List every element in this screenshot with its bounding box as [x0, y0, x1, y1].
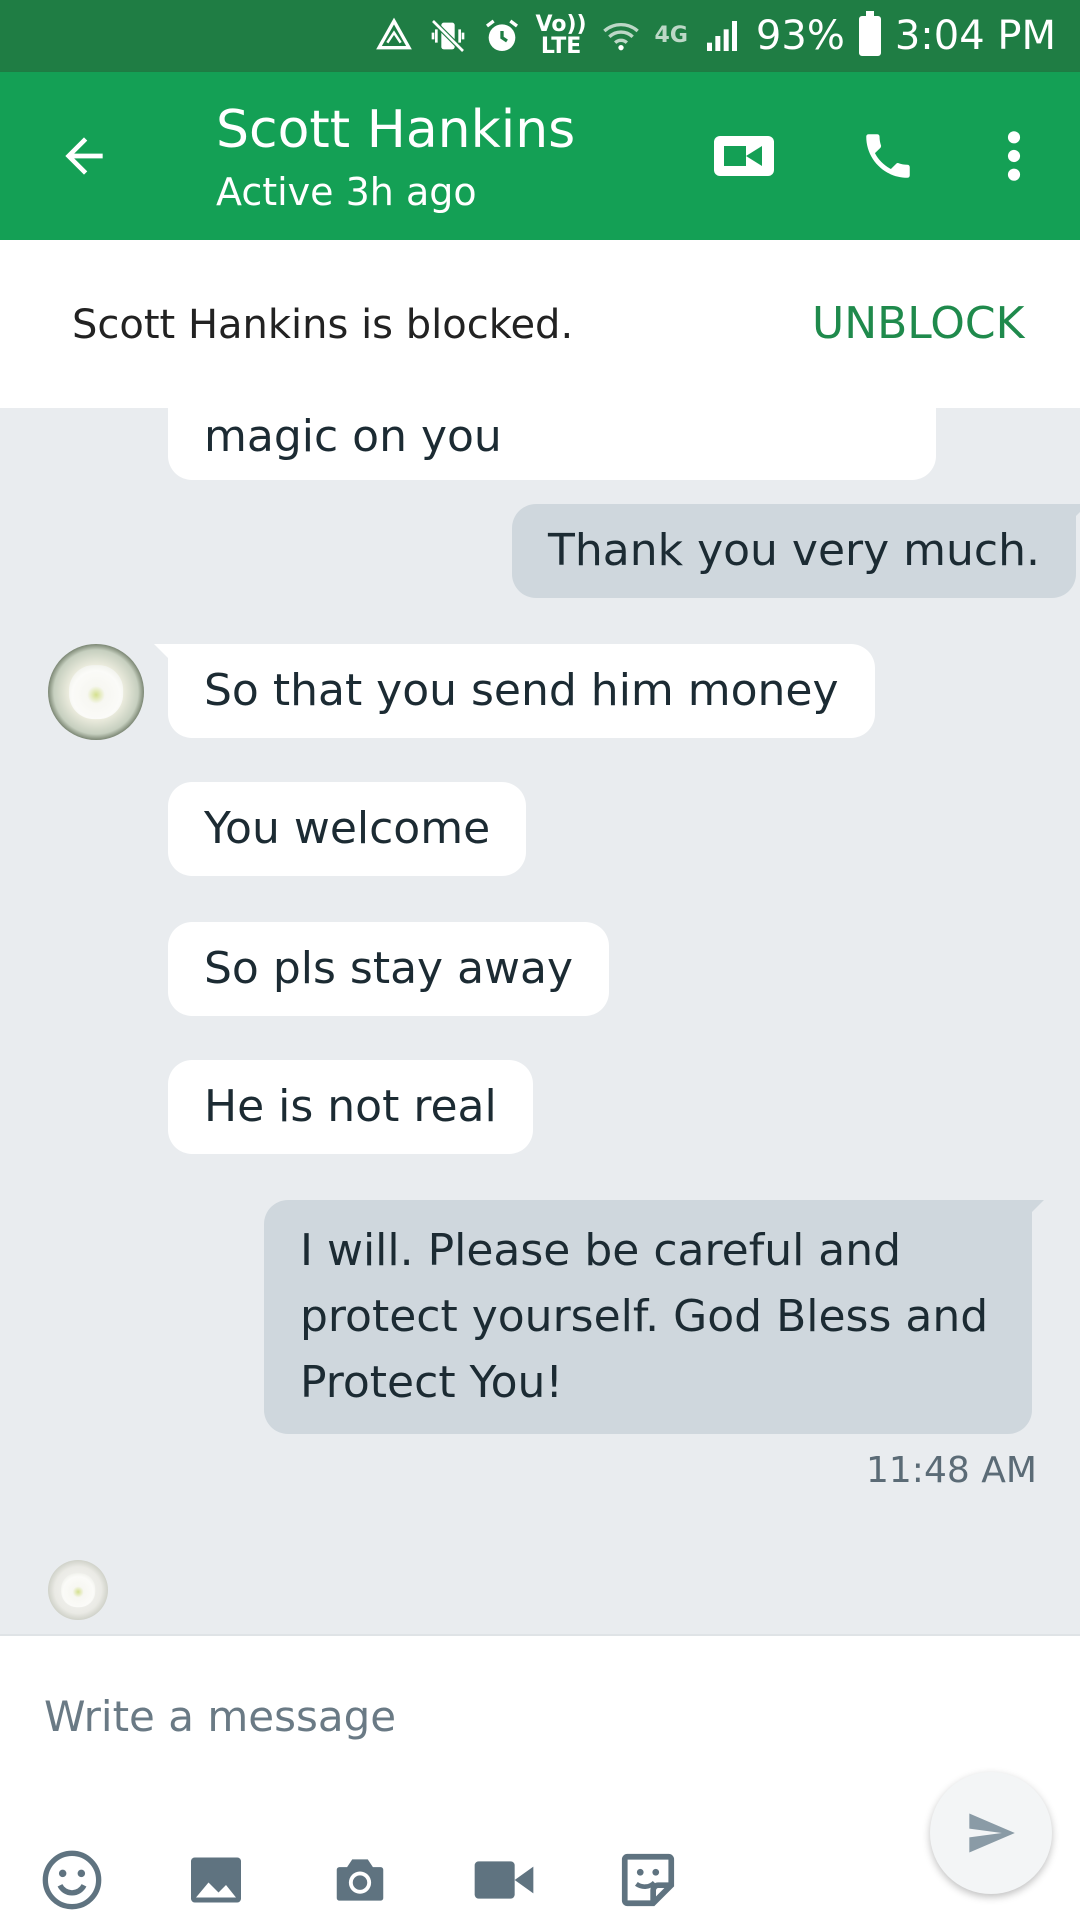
message-bubble-incoming[interactable]: He is not real — [168, 1060, 533, 1154]
more-options-button[interactable] — [984, 116, 1044, 196]
battery-percent: 93% — [755, 13, 845, 59]
back-arrow-icon — [65, 137, 103, 175]
video-call-button[interactable] — [700, 116, 788, 196]
emoji-icon — [42, 1850, 102, 1910]
volte-icon: Vo)) LTE — [536, 14, 587, 58]
back-button[interactable] — [44, 116, 124, 196]
status-bar: Vo)) LTE 4G 93% 3:04 PM — [0, 0, 1080, 72]
video-icon — [474, 1861, 534, 1899]
send-icon — [969, 1813, 1015, 1853]
more-vert-icon — [1007, 131, 1021, 181]
avatar-flower-image — [61, 1573, 95, 1607]
avatar-flower-image — [69, 665, 123, 719]
message-bubble-incoming[interactable]: magic on you — [168, 408, 936, 480]
message-bubble-incoming[interactable]: So pls stay away — [168, 922, 610, 1016]
voice-call-button[interactable] — [848, 116, 928, 196]
message-thread[interactable]: magic on you Thank you very much. So tha… — [0, 408, 1080, 1634]
message-bubble-outgoing[interactable]: I will. Please be careful and protect yo… — [264, 1200, 1044, 1434]
network-type-label: 4G — [654, 23, 688, 48]
wifi-icon — [601, 14, 641, 58]
camera-icon — [336, 1859, 384, 1901]
alarm-icon — [482, 14, 522, 58]
unblock-button[interactable]: UNBLOCK — [812, 298, 1024, 349]
app-bar: Scott Hankins Active 3h ago — [0, 72, 1080, 240]
composer — [0, 1634, 1080, 1920]
message-bubble-incoming[interactable]: So that you send him money — [154, 644, 875, 738]
recycle-alert-icon — [374, 14, 414, 58]
message-bubble-outgoing[interactable]: Thank you very much. — [512, 504, 1080, 598]
contact-avatar[interactable] — [48, 644, 144, 740]
sticker-button[interactable] — [612, 1844, 684, 1916]
contact-name[interactable]: Scott Hankins — [216, 100, 575, 160]
camera-button[interactable] — [324, 1844, 396, 1916]
emoji-button[interactable] — [36, 1844, 108, 1916]
gallery-button[interactable] — [180, 1844, 252, 1916]
volte-label-top: Vo)) — [535, 12, 587, 37]
blocked-banner: Scott Hankins is blocked. UNBLOCK — [0, 240, 1080, 408]
video-button[interactable] — [468, 1844, 540, 1916]
message-input[interactable] — [44, 1676, 904, 1756]
image-icon — [191, 1857, 241, 1903]
message-timestamp: 11:48 AM — [866, 1450, 1037, 1491]
clock: 3:04 PM — [894, 13, 1056, 59]
signal-icon — [702, 14, 742, 58]
send-button[interactable] — [930, 1772, 1052, 1894]
blocked-notice: Scott Hankins is blocked. — [72, 302, 574, 348]
contact-status: Active 3h ago — [216, 170, 477, 214]
volte-label-bottom: LTE — [540, 34, 582, 59]
video-camera-icon — [714, 136, 774, 176]
vibrate-mute-icon — [428, 14, 468, 58]
message-bubble-incoming[interactable]: You welcome — [168, 782, 527, 876]
phone-icon — [866, 134, 910, 178]
battery-icon — [858, 11, 881, 56]
read-receipt-avatar — [48, 1560, 108, 1620]
sticker-icon — [621, 1853, 675, 1907]
